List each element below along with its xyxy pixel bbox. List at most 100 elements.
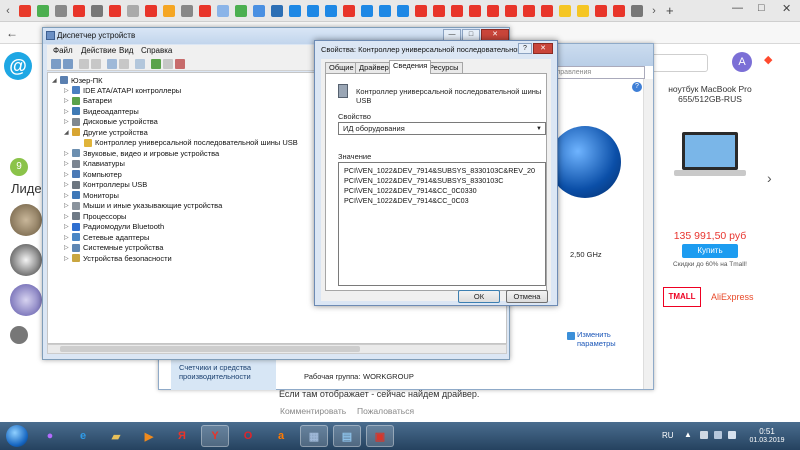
- expand-arrow-icon[interactable]: ▷: [64, 192, 70, 199]
- expand-arrow-icon[interactable]: ▷: [64, 223, 70, 230]
- clock-date[interactable]: 01.03.2019: [747, 437, 787, 444]
- horizontal-scrollbar[interactable]: [47, 344, 507, 354]
- expand-arrow-icon[interactable]: ▷: [64, 108, 70, 115]
- avast-taskbar-button[interactable]: a: [267, 425, 295, 447]
- flag-icon[interactable]: [700, 431, 708, 439]
- media-player-taskbar-button[interactable]: ▶: [135, 425, 163, 447]
- tree-item[interactable]: ▷ Компьютер: [64, 169, 122, 179]
- leader-avatar[interactable]: [10, 244, 42, 276]
- tree-item[interactable]: ▷ Процессоры: [64, 211, 126, 221]
- tree-root[interactable]: ◢ Юзер-ПК: [52, 75, 103, 85]
- tab-favicon-32[interactable]: [575, 3, 591, 19]
- close-button[interactable]: ✕: [533, 43, 553, 54]
- tab-favicon-4[interactable]: [71, 3, 87, 19]
- tree-item[interactable]: ▷ Клавиатуры: [64, 159, 125, 169]
- tab-favicon-31[interactable]: [557, 3, 573, 19]
- aliexpress-logo[interactable]: AliExpress: [711, 292, 754, 302]
- toolbox-taskbar-button[interactable]: ▣: [366, 425, 394, 447]
- file-explorer-taskbar-button[interactable]: ▰: [102, 425, 130, 447]
- update-driver-icon[interactable]: [151, 59, 161, 69]
- tree-item[interactable]: ▷ Радиомодули Bluetooth: [64, 222, 164, 232]
- expand-arrow-icon[interactable]: ▷: [64, 181, 70, 188]
- tab-favicon-30[interactable]: [539, 3, 555, 19]
- tab-favicon-22[interactable]: [395, 3, 411, 19]
- tab-favicon-10[interactable]: [179, 3, 195, 19]
- control-panel-taskbar-button[interactable]: ▤: [333, 425, 361, 447]
- notification-bell-icon[interactable]: ◆: [764, 53, 772, 66]
- app-square-taskbar-button[interactable]: ▦: [300, 425, 328, 447]
- maximize-button[interactable]: □: [758, 2, 765, 14]
- expand-arrow-icon[interactable]: ▷: [64, 87, 70, 94]
- tree-item[interactable]: ▷ Мыши и иные указывающие устройства: [64, 201, 222, 211]
- new-tab-button[interactable]: +: [666, 3, 674, 18]
- yandex-browser-taskbar-button[interactable]: Я: [168, 425, 196, 447]
- scan-hardware-icon[interactable]: [135, 59, 145, 69]
- performance-counters-link[interactable]: Счетчики и средства производительности: [179, 363, 274, 381]
- internet-explorer-taskbar-button[interactable]: e: [69, 425, 97, 447]
- values-list[interactable]: PCI\VEN_1022&DEV_7914&SUBSYS_8330103C&RE…: [338, 162, 546, 286]
- tab-favicon-7[interactable]: [125, 3, 141, 19]
- language-indicator[interactable]: RU: [662, 431, 674, 440]
- show-hidden-icons-icon[interactable]: ▲: [684, 430, 692, 439]
- tmall-logo[interactable]: TMALL: [663, 287, 701, 307]
- help-button[interactable]: ?: [518, 43, 532, 54]
- tree-item[interactable]: Контроллер универсальной последовательно…: [76, 138, 298, 148]
- list-item[interactable]: PCI\VEN_1022&DEV_7914&CC_0C03: [344, 196, 469, 205]
- expand-arrow-icon[interactable]: ▷: [64, 202, 70, 209]
- tab-favicon-1[interactable]: [17, 3, 33, 19]
- close-button[interactable]: ✕: [782, 2, 791, 15]
- tab-favicon-27[interactable]: [485, 3, 501, 19]
- tab-favicon-23[interactable]: [413, 3, 429, 19]
- tree-item[interactable]: ▷ Дисковые устройства: [64, 117, 158, 127]
- expand-arrow-icon[interactable]: ▷: [64, 97, 70, 104]
- expand-arrow-icon[interactable]: ▷: [64, 160, 70, 167]
- expand-arrow-icon[interactable]: ▷: [64, 213, 70, 220]
- tab-favicon-21[interactable]: [377, 3, 393, 19]
- volume-icon[interactable]: [728, 431, 736, 439]
- tab-favicon-11[interactable]: [197, 3, 213, 19]
- opera-taskbar-button[interactable]: O: [234, 425, 262, 447]
- change-params-link[interactable]: Изменить параметры: [577, 330, 637, 348]
- tab-favicon-13[interactable]: [233, 3, 249, 19]
- ad-title[interactable]: ноутбук MacBook Pro 655/512GB-RUS: [655, 84, 765, 104]
- vertical-scrollbar[interactable]: [643, 79, 653, 389]
- back-arrow-icon[interactable]: ←: [6, 26, 18, 40]
- tab-favicon-3[interactable]: [53, 3, 69, 19]
- tabs-scroll-left-icon[interactable]: ‹: [0, 5, 16, 17]
- leader-avatar[interactable]: [10, 326, 28, 344]
- tree-item[interactable]: ▷ Звуковые, видео и игровые устройства: [64, 148, 219, 158]
- expand-arrow-icon[interactable]: ▷: [64, 118, 70, 125]
- tree-item[interactable]: ▷ Устройства безопасности: [64, 253, 172, 263]
- tab-details[interactable]: Сведения: [389, 60, 432, 74]
- tab-favicon-24[interactable]: [431, 3, 447, 19]
- tab-favicon-14[interactable]: [251, 3, 267, 19]
- tree-item[interactable]: ▷ Видеоадаптеры: [64, 106, 139, 116]
- list-item[interactable]: PCI\VEN_1022&DEV_7914&CC_0C0330: [344, 186, 477, 195]
- menu-file[interactable]: Файл: [53, 46, 73, 55]
- expand-arrow-icon[interactable]: ▷: [64, 244, 70, 251]
- start-button[interactable]: [6, 425, 28, 447]
- tab-favicon-9[interactable]: [161, 3, 177, 19]
- tree-item[interactable]: ▷ Контроллеры USB: [64, 180, 147, 190]
- expand-arrow-icon[interactable]: ▷: [64, 171, 70, 178]
- browser-yandex-alice-taskbar-button[interactable]: ●: [36, 425, 64, 447]
- menu-view[interactable]: Вид: [119, 46, 133, 55]
- buy-button[interactable]: Купить: [682, 244, 738, 258]
- tab-favicon-34[interactable]: [611, 3, 627, 19]
- tree-item[interactable]: ▷ Батареи: [64, 96, 112, 106]
- scrollbar-thumb[interactable]: [60, 346, 360, 352]
- tab-driver[interactable]: Драйвер: [355, 62, 393, 73]
- tree-view-icon[interactable]: [79, 59, 89, 69]
- properties-titlebar[interactable]: Свойства: Контроллер универсальной после…: [315, 41, 557, 58]
- laptop-image[interactable]: [670, 128, 750, 188]
- help-icon[interactable]: ?: [632, 82, 642, 92]
- site-logo[interactable]: @: [4, 52, 32, 80]
- property-select[interactable]: ИД оборудования ▼: [338, 122, 546, 135]
- ok-button[interactable]: ОК: [458, 290, 500, 303]
- tab-favicon-20[interactable]: [359, 3, 375, 19]
- list-icon[interactable]: [119, 59, 129, 69]
- tab-favicon-5[interactable]: [89, 3, 105, 19]
- help-icon[interactable]: [107, 59, 117, 69]
- comment-link[interactable]: Комментировать: [280, 406, 346, 416]
- tree-item[interactable]: ▷ IDE ATA/ATAPI контроллеры: [64, 85, 181, 95]
